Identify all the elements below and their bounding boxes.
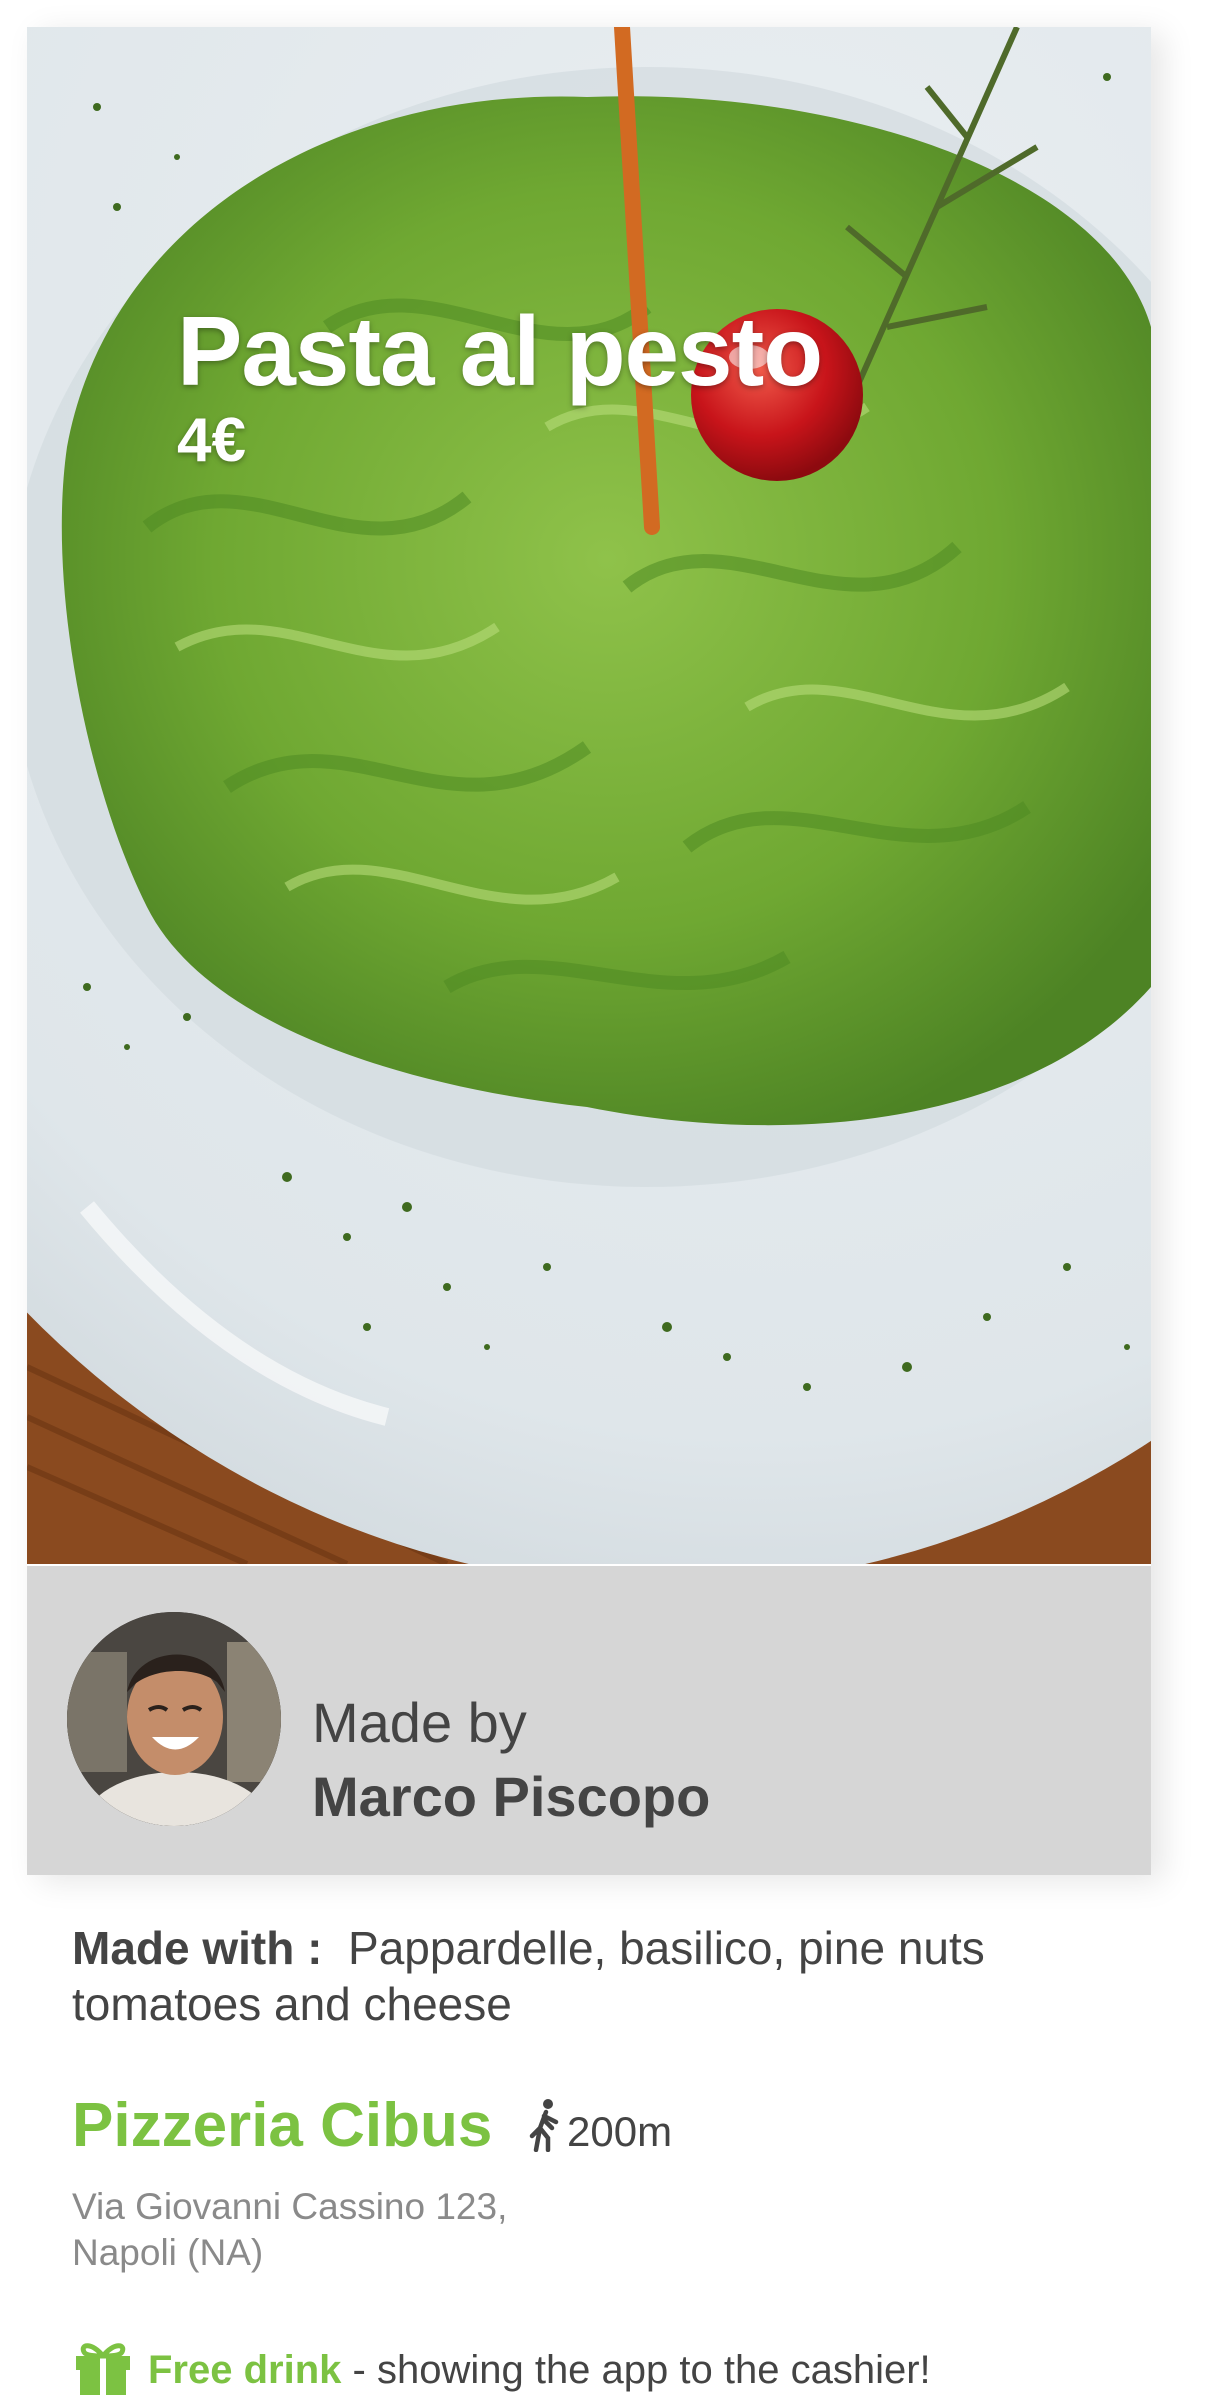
chef-panel: Made by Marco Piscopo bbox=[27, 1566, 1151, 1875]
dish-title: Pasta al pesto bbox=[177, 296, 823, 406]
dish-price: 4€ bbox=[177, 406, 246, 475]
promo-text: Free drink - showing the app to the cash… bbox=[148, 2348, 931, 2393]
restaurant-address: Via Giovanni Cassino 123, Napoli (NA) bbox=[72, 2184, 507, 2276]
ingredients-label: Made with : bbox=[72, 1922, 323, 1974]
promo-highlight: Free drink bbox=[148, 2348, 342, 2392]
gift-icon bbox=[76, 2343, 130, 2395]
address-line-1: Via Giovanni Cassino 123, bbox=[72, 2186, 508, 2227]
promo-message: - showing the app to the cashier! bbox=[341, 2348, 931, 2392]
chef-avatar[interactable] bbox=[67, 1612, 281, 1826]
made-by-label: Made by bbox=[312, 1691, 527, 1754]
walking-person-icon bbox=[529, 2099, 559, 2152]
ingredients: Made with : Pappardelle, basilico, pine … bbox=[72, 1920, 1122, 2032]
dish-card: Pasta al pesto 4€ Made by Marco Piscopo bbox=[27, 27, 1151, 1875]
chef-avatar-image bbox=[67, 1612, 281, 1826]
chef-name[interactable]: Marco Piscopo bbox=[312, 1764, 710, 1829]
pasta-photo-illustration bbox=[27, 27, 1151, 1564]
restaurant-name[interactable]: Pizzeria Cibus bbox=[72, 2090, 492, 2161]
dish-photo: Pasta al pesto 4€ bbox=[27, 27, 1151, 1564]
distance: 200m bbox=[567, 2108, 673, 2155]
address-line-2: Napoli (NA) bbox=[72, 2232, 264, 2273]
